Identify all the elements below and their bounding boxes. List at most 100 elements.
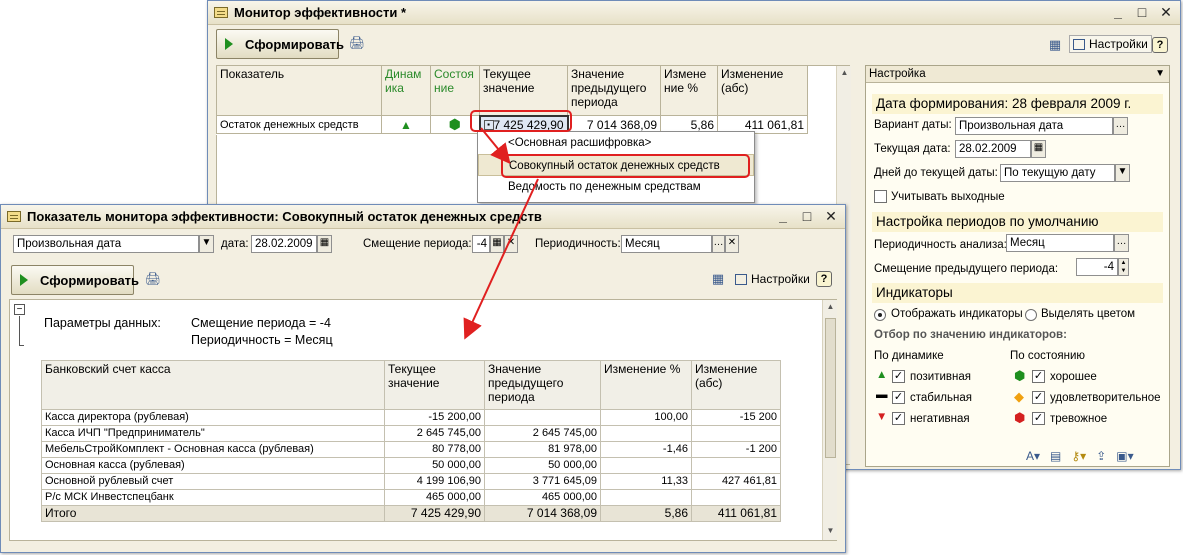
detail-settings-button[interactable]: Настройки: [735, 270, 810, 288]
negative-dynamics-icon: ▼: [876, 411, 888, 423]
variant-choose-button[interactable]: …: [1113, 117, 1128, 135]
detail-date-field[interactable]: 28.02.2009: [251, 235, 317, 253]
table-row[interactable]: Р/с МСК Инвестспецбанк 465 000,00 465 00…: [41, 489, 781, 506]
col-previous[interactable]: Значение предыдущего периода: [567, 65, 661, 116]
bad-checkbox[interactable]: ✓: [1032, 412, 1045, 425]
collapse-toggle-icon[interactable]: −: [14, 304, 25, 315]
detail-title: Показатель монитора эффективности: Совок…: [27, 209, 542, 224]
cell-account: Р/с МСК Инвестспецбанк: [41, 489, 385, 506]
chevron-down-icon[interactable]: ▼: [1155, 66, 1165, 82]
table-row[interactable]: Основной рублевый счет 4 199 106,90 3 77…: [41, 473, 781, 490]
weekends-checkbox[interactable]: [874, 190, 887, 203]
col-indicator[interactable]: Показатель: [216, 65, 382, 116]
row-name[interactable]: Остаток денежных средств: [216, 115, 382, 134]
detail-variant-field[interactable]: Произвольная дата: [13, 235, 199, 253]
cell-change-abs: [691, 425, 781, 442]
col-change-abs[interactable]: Изменение (абс): [717, 65, 808, 116]
cell-change-abs: 427 461,81: [691, 473, 781, 490]
minimize-icon[interactable]: _: [1110, 4, 1126, 20]
detail-periodicity-field[interactable]: Месяц: [621, 235, 712, 253]
cell-change-pct: -1,46: [600, 441, 692, 458]
key-icon[interactable]: ⚷▾: [1071, 449, 1086, 463]
calendar-icon[interactable]: ▦: [1031, 140, 1046, 158]
print-settings-icon[interactable]: 🖨: [144, 271, 162, 287]
periodicity-choose-button[interactable]: …: [1114, 234, 1129, 252]
table-row[interactable]: Касса ИЧП "Предприниматель" 2 645 745,00…: [41, 425, 781, 442]
positive-checkbox[interactable]: ✓: [892, 370, 905, 383]
date-heading: Дата формирования: 28 февраля 2009 г.: [872, 94, 1163, 114]
close-icon[interactable]: ✕: [1158, 4, 1174, 20]
col-state[interactable]: Состоя ние: [430, 65, 480, 116]
detail-periodicity-clear-icon[interactable]: ✕: [725, 235, 739, 253]
table-view-icon[interactable]: ▦: [709, 271, 727, 287]
maximize-icon[interactable]: □: [1134, 4, 1150, 20]
stable-checkbox[interactable]: ✓: [892, 391, 905, 404]
highlight-color-radio[interactable]: [1025, 309, 1037, 321]
table-row[interactable]: Основная касса (рублевая) 50 000,00 50 0…: [41, 457, 781, 474]
settings-button[interactable]: Настройки: [1069, 35, 1152, 53]
scroll-up-icon[interactable]: ▲: [837, 66, 852, 80]
detail-periodicity-choose-button[interactable]: …: [712, 235, 725, 253]
table-row[interactable]: МебельСтройКомплект - Основная касса (ру…: [41, 441, 781, 458]
days-field[interactable]: По текущую дату: [1000, 164, 1115, 182]
col-dynamics[interactable]: Динам ика: [381, 65, 431, 116]
cell-change-pct: 11,33: [600, 473, 692, 490]
col-current[interactable]: Текущее значение: [479, 65, 568, 116]
scroll-thumb[interactable]: [825, 318, 836, 458]
report-col-account: Банковский счет касса: [41, 360, 385, 410]
cell-previous: 50 000,00: [484, 457, 601, 474]
maximize-icon[interactable]: □: [799, 208, 815, 224]
help-button[interactable]: ?: [1152, 37, 1168, 53]
settings-panel-header[interactable]: Настройка ▼: [866, 66, 1169, 83]
dynamics-up-icon: ▲: [381, 115, 431, 134]
detail-shift-clear-icon[interactable]: ✕: [504, 235, 518, 253]
cell-change-pct: [600, 489, 692, 506]
report-scrollbar[interactable]: ▲ ▼: [822, 300, 837, 540]
close-icon[interactable]: ✕: [823, 208, 839, 224]
detail-calendar-icon[interactable]: ▦: [317, 235, 332, 253]
negative-checkbox[interactable]: ✓: [892, 412, 905, 425]
good-checkbox[interactable]: ✓: [1032, 370, 1045, 383]
detail-settings-label: Настройки: [751, 272, 810, 286]
total-change-abs: 411 061,81: [691, 505, 781, 522]
panel-toolbar: A▾ ▤ ⚷▾ ⇪ ▣▾: [1026, 447, 1176, 465]
table-icon[interactable]: ▤: [1050, 449, 1061, 463]
shift-field[interactable]: -4: [1076, 258, 1118, 276]
ok-checkbox[interactable]: ✓: [1032, 391, 1045, 404]
variant-field[interactable]: Произвольная дата: [955, 117, 1113, 135]
detail-shift-grid-icon[interactable]: ▦: [490, 235, 504, 253]
periodicity-field[interactable]: Месяц: [1006, 234, 1114, 252]
generate-button[interactable]: Сформировать: [216, 29, 344, 59]
cell-current: 4 199 106,90: [384, 473, 485, 490]
detail-help-button[interactable]: ?: [816, 271, 832, 287]
table-row[interactable]: Касса директора (рублевая) -15 200,00 10…: [41, 409, 781, 426]
cell-current: 2 645 745,00: [384, 425, 485, 442]
menu-item-cash-statement[interactable]: Ведомость по денежным средствам: [478, 176, 754, 198]
table-view-icon[interactable]: ▦: [1046, 37, 1064, 53]
settings-list-icon: [1073, 38, 1085, 50]
cell-current: 465 000,00: [384, 489, 485, 506]
upload-icon[interactable]: ⇪: [1096, 449, 1106, 463]
stable-label: стабильная: [910, 392, 972, 404]
report-header-row: Банковский счет касса Текущее значение З…: [41, 360, 781, 410]
col-change-pct[interactable]: Измене ние %: [660, 65, 718, 116]
cell-account: МебельСтройКомплект - Основная касса (ру…: [41, 441, 385, 458]
show-indicators-radio[interactable]: [874, 309, 886, 321]
detail-generate-button[interactable]: Сформировать: [11, 265, 139, 295]
font-icon[interactable]: A▾: [1026, 449, 1040, 463]
print-settings-icon[interactable]: 🖨: [348, 35, 366, 51]
minimize-icon[interactable]: _: [775, 208, 791, 224]
menu-item-main[interactable]: <Основная расшифровка>: [478, 132, 754, 154]
current-date-field[interactable]: 28.02.2009: [955, 140, 1031, 158]
shift-stepper-icon[interactable]: ▲ ▼: [1118, 258, 1129, 276]
detail-variant-dropdown-icon[interactable]: ▼: [199, 235, 214, 253]
save-icon[interactable]: ▣▾: [1116, 449, 1133, 463]
report-col-change-pct: Изменение %: [600, 360, 692, 410]
settings-panel: Настройка ▼ Дата формирования: 28 феврал…: [865, 65, 1170, 467]
report-col-change-abs: Изменение (абс): [691, 360, 781, 410]
play-icon: [225, 38, 233, 50]
detail-shift-field[interactable]: -4: [472, 235, 490, 253]
days-dropdown-icon[interactable]: ▼: [1115, 164, 1130, 182]
scroll-down-icon[interactable]: ▼: [823, 524, 838, 538]
scroll-up-icon[interactable]: ▲: [823, 300, 838, 314]
